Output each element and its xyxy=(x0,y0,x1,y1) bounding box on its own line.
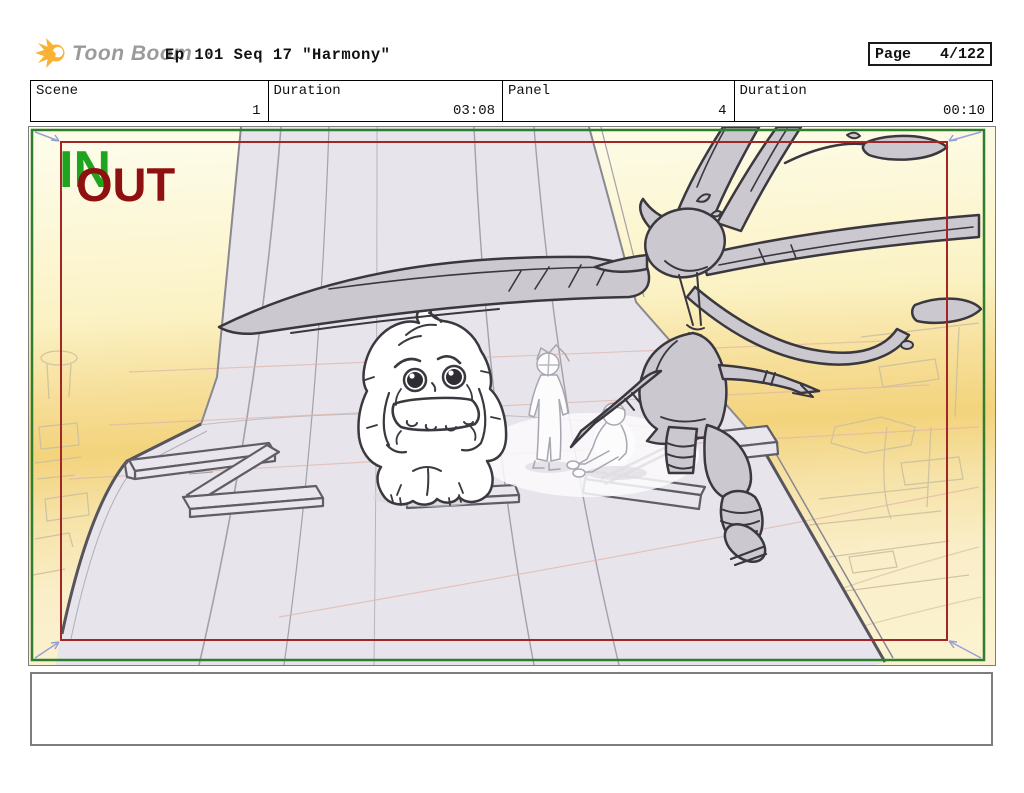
storyboard-drawing: IN OUT xyxy=(29,127,995,665)
scene-label: Scene xyxy=(36,83,79,99)
panel-cell: Panel 4 xyxy=(503,81,735,121)
caption-box xyxy=(30,672,993,746)
storyboard-page: Toon Boom Ep 101 Seq 17 "Harmony" Page 4… xyxy=(0,0,1024,793)
panel-label: Panel xyxy=(508,83,551,99)
scene-cell: Scene 1 xyxy=(31,81,269,121)
panel-duration-value: 00:10 xyxy=(942,103,985,119)
scene-duration-cell: Duration 03:08 xyxy=(269,81,504,121)
document-title: Ep 101 Seq 17 "Harmony" xyxy=(165,46,391,64)
panel-value: 4 xyxy=(718,103,727,119)
storyboard-panel: IN OUT xyxy=(28,126,996,666)
page-number-box: Page 4/122 xyxy=(868,42,992,66)
panel-duration-cell: Duration 00:10 xyxy=(735,81,992,121)
panel-info-table: Scene 1 Duration 03:08 Panel 4 Duration … xyxy=(30,80,993,122)
scene-value: 1 xyxy=(252,103,261,119)
scene-duration-value: 03:08 xyxy=(453,103,496,119)
page-label: Page xyxy=(875,45,912,63)
panel-duration-label: Duration xyxy=(739,83,807,99)
out-label: OUT xyxy=(76,158,176,211)
scene-duration-label: Duration xyxy=(273,83,341,99)
boy-shadow xyxy=(587,466,647,480)
toonboom-logo-icon xyxy=(35,38,65,68)
page-value: 4/122 xyxy=(939,45,985,63)
